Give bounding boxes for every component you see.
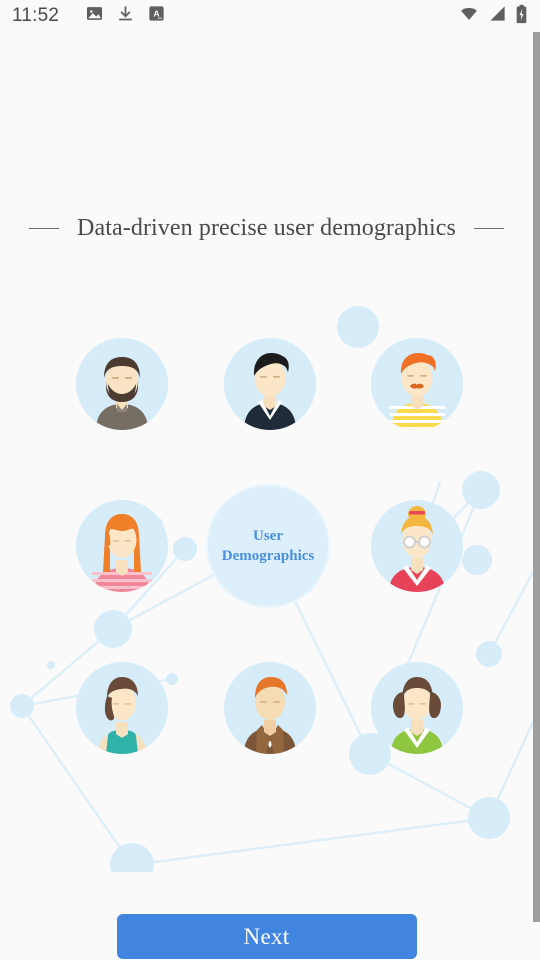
avatar-ponytail-woman-illustration [76,662,168,754]
avatar-redhead-woman[interactable] [76,500,168,592]
scrollbar-thumb[interactable] [533,6,540,922]
avatar-glasses-woman[interactable] [371,500,463,592]
status-bar-clock: 11:52 [12,5,60,26]
title-dash-right [473,227,504,230]
avatar-redhead-woman-illustration [76,500,168,592]
avatar-glasses-woman-illustration [371,500,463,592]
avatar-ponytail-woman[interactable] [76,662,168,754]
user-demographics-network: User Demographics [0,252,533,872]
app-a-icon: A [147,4,166,28]
avatar-black-hair-man[interactable] [224,338,316,430]
avatar-ginger-man[interactable] [371,338,463,430]
hub-user-demographics[interactable]: User Demographics [206,484,330,608]
title-dash-left [29,227,60,230]
avatar-pigtails-girl[interactable] [371,662,463,754]
avatar-pigtails-girl-illustration [371,662,463,754]
cellular-signal-icon [488,4,507,28]
page-title-text: Data-driven precise user demographics [77,215,456,241]
onboarding-screen: 11:52 A Data-driven precise user demogra… [0,0,540,960]
avatar-bearded-man[interactable] [76,338,168,430]
download-icon [116,4,135,28]
wifi-icon [458,4,480,28]
next-button-container: Next [0,914,533,959]
status-bar-left: 11:52 A [12,4,166,28]
avatar-jacket-man[interactable] [224,662,316,754]
status-bar-right [458,4,528,29]
battery-charging-icon [515,4,528,29]
next-button[interactable]: Next [116,914,417,959]
avatar-jacket-man-illustration [224,662,316,754]
avatar-ginger-man-illustration [371,338,463,430]
svg-text:A: A [154,8,161,18]
image-icon [85,4,104,28]
page-content: Data-driven precise user demographics Us… [0,32,540,960]
page-title: Data-driven precise user demographics [0,215,533,242]
hub-label-line2: Demographics [221,548,315,564]
avatar-black-hair-man-illustration [224,338,316,430]
hub-label: User Demographics [216,526,321,567]
hub-label-line1: User [253,527,283,544]
status-bar: 11:52 A [0,0,540,32]
avatar-bearded-man-illustration [76,338,168,430]
